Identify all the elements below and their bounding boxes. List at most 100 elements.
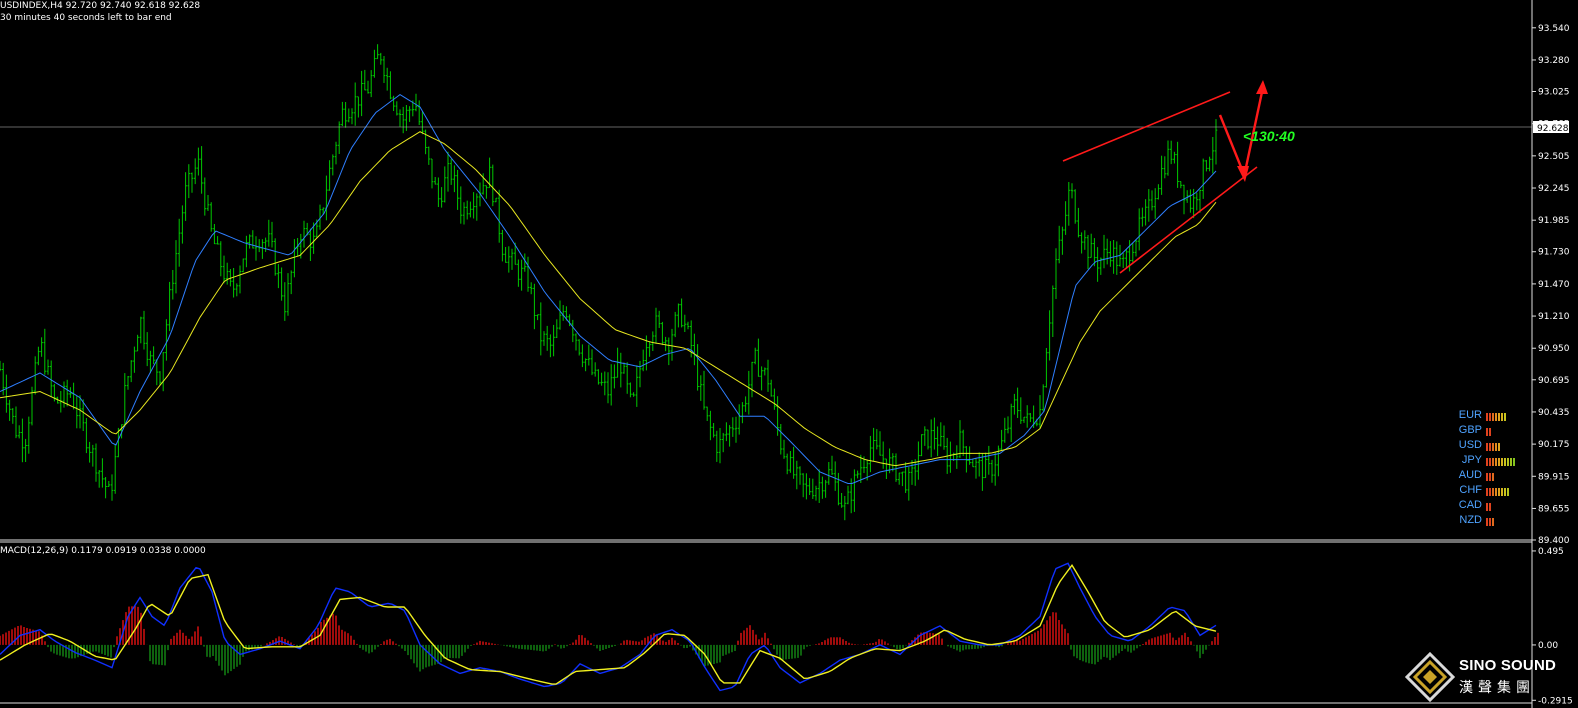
ohlc-bar — [1214, 119, 1218, 165]
strength-bar — [1489, 458, 1491, 466]
currency-row-chf: CHF — [1420, 484, 1540, 499]
ohlc-bar — [846, 485, 850, 505]
ohlc-bar — [110, 474, 114, 501]
ohlc-bar — [782, 439, 786, 459]
ohlc-bar — [366, 80, 370, 94]
ohlc-bar — [549, 334, 552, 358]
ohlc-bar — [193, 158, 197, 185]
ohlc-bar — [225, 262, 229, 285]
ohlc-bar — [357, 96, 360, 118]
ohlc-bar — [785, 453, 789, 475]
strength-bar — [1507, 458, 1509, 466]
ohlc-bar — [382, 56, 386, 83]
ohlc-bar — [174, 240, 178, 294]
annotation-text: <130:40 — [1243, 128, 1295, 144]
ohlc-bar — [232, 268, 235, 298]
ohlc-bar — [203, 177, 207, 216]
ohlc-bar — [347, 108, 351, 123]
ohlc-bar — [1029, 413, 1032, 423]
ohlc-bar — [427, 146, 431, 165]
ohlc-bar — [805, 473, 808, 500]
ohlc-bar — [267, 219, 271, 247]
ohlc-bar — [907, 467, 911, 501]
ohlc-bar — [1125, 249, 1128, 269]
ohlc-bar — [1147, 189, 1151, 222]
ohlc-bar — [337, 121, 341, 154]
strength-bar — [1492, 458, 1494, 466]
ohlc-bar — [1019, 397, 1023, 424]
strength-bar — [1489, 488, 1491, 496]
ohlc-bar — [773, 388, 776, 410]
ohlc-bar — [561, 305, 565, 321]
current-price-label: 92.628 — [1537, 124, 1569, 134]
ohlc-bar — [731, 417, 735, 437]
ohlc-bar — [414, 93, 418, 112]
strength-bar — [1492, 473, 1494, 481]
ohlc-bar — [990, 459, 994, 483]
ohlc-bar — [696, 344, 699, 391]
ohlc-bar — [1141, 207, 1144, 227]
strength-bar — [1489, 518, 1491, 526]
strength-meter — [1486, 518, 1495, 531]
strength-bar — [1486, 488, 1488, 496]
ohlc-bar — [360, 70, 363, 117]
ohlc-bar — [113, 443, 117, 494]
ohlc-bar — [1089, 233, 1093, 258]
strength-bar — [1489, 443, 1491, 451]
price-tick-label: 89.915 — [1538, 472, 1570, 482]
ohlc-bar — [651, 331, 655, 351]
ohlc-bar — [379, 52, 383, 65]
diamond-logo-icon — [1404, 651, 1456, 703]
ohlc-bar — [750, 361, 754, 398]
ohlc-bar — [917, 441, 920, 480]
ohlc-bar — [385, 67, 389, 91]
ohlc-bar — [27, 416, 31, 454]
ohlc-bar — [737, 404, 741, 435]
ohlc-bar — [465, 200, 469, 220]
ohlc-bar — [878, 431, 882, 456]
ohlc-bar — [1195, 192, 1199, 211]
strength-bar — [1513, 458, 1515, 466]
ohlc-bar — [705, 406, 709, 421]
ohlc-bar — [875, 429, 879, 450]
ohlc-bar — [801, 473, 805, 498]
ohlc-bar — [584, 358, 587, 372]
ohlc-bar — [510, 248, 514, 270]
ohlc-bar — [190, 172, 194, 193]
ohlc-bar — [600, 372, 603, 386]
price-tick-label: 93.025 — [1538, 88, 1570, 98]
ohlc-bar — [161, 352, 165, 392]
logo-english: SINO SOUND — [1459, 657, 1557, 674]
ohlc-bar — [1134, 239, 1138, 257]
ohlc-bar — [235, 283, 239, 297]
ohlc-bar — [664, 336, 667, 352]
ohlc-bar — [1205, 160, 1208, 172]
ohlc-bar — [494, 197, 498, 203]
ohlc-bar — [1198, 189, 1202, 213]
ohlc-bar — [475, 193, 479, 221]
ohlc-bar — [37, 346, 40, 366]
ohlc-bar — [929, 419, 933, 458]
ohlc-bar — [171, 270, 175, 300]
ohlc-bar — [430, 158, 434, 189]
strength-bar — [1501, 413, 1503, 421]
ohlc-bar — [206, 195, 210, 211]
currency-row-gbp: GBP — [1420, 424, 1540, 439]
ohlc-bar — [197, 147, 200, 176]
ohlc-bar — [821, 476, 824, 499]
price-tick-label: 90.175 — [1538, 440, 1570, 450]
ohlc-bar — [526, 256, 530, 292]
ohlc-bar — [555, 319, 559, 338]
price-chart[interactable]: <130:40 93.54093.28093.02592.76592.50592… — [0, 0, 1578, 708]
ohlc-bar — [273, 238, 277, 276]
ohlc-bar — [824, 479, 827, 498]
ohlc-bar — [763, 367, 767, 376]
ohlc-bar — [936, 426, 939, 457]
ohlc-bar — [443, 166, 447, 203]
ohlc-bar — [942, 425, 946, 450]
ohlc-bar — [72, 382, 75, 410]
ohlc-bar — [1105, 238, 1109, 265]
ohlc-bar — [693, 333, 696, 366]
strength-bar — [1486, 473, 1488, 481]
ohlc-bar — [910, 460, 914, 485]
